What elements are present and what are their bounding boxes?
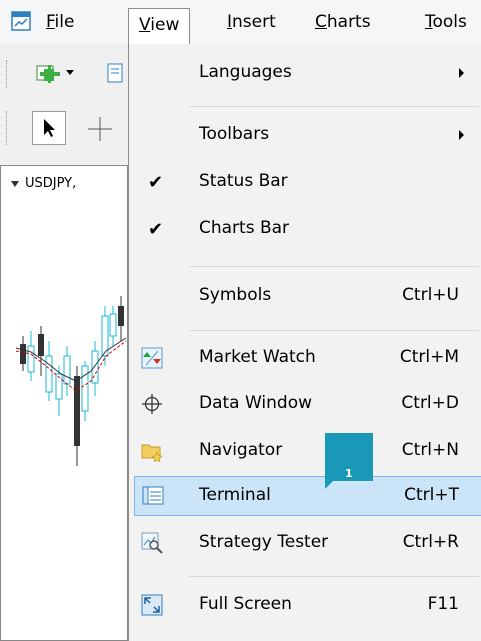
checkmark-icon: ✔ [148, 219, 164, 240]
crosshair-icon [142, 394, 162, 414]
menu-item-status-bar[interactable]: ✔ Status Bar [129, 163, 481, 203]
menu-item-shortcut: Ctrl+D [401, 393, 459, 413]
app-icon [11, 11, 31, 31]
toolbar-grip[interactable] [6, 111, 10, 145]
new-chart-button[interactable] [36, 63, 62, 85]
crosshair-tool-icon[interactable] [86, 115, 114, 143]
toolbar-grip[interactable] [6, 60, 10, 88]
menu-tools-rest: ools [432, 12, 467, 32]
menu-view[interactable]: View [128, 8, 191, 44]
menu-item-shortcut: Ctrl+R [402, 532, 459, 552]
menu-item-label: Languages [199, 62, 292, 82]
menu-item-data-window[interactable]: Data Window Ctrl+D [129, 385, 481, 425]
chart-window[interactable]: USDJPY, [0, 165, 128, 641]
menu-file-rest: ile [54, 12, 75, 32]
annotation-number: 1 [345, 467, 353, 480]
menu-item-shortcut: Ctrl+T [404, 485, 459, 505]
market-watch-icon [141, 347, 163, 369]
candlesticks [20, 296, 124, 466]
menu-separator [189, 576, 479, 577]
terminal-icon [142, 486, 164, 505]
menu-item-full-screen[interactable]: Full Screen F11 [129, 586, 481, 626]
menu-item-shortcut: F11 [427, 594, 459, 614]
menu-item-label: Market Watch [199, 347, 316, 367]
menu-item-label: Symbols [199, 285, 272, 305]
menu-item-label: Status Bar [199, 171, 288, 191]
menu-item-label: Full Screen [199, 594, 292, 614]
menu-item-shortcut: Ctrl+U [402, 285, 459, 305]
candlestick-chart [15, 296, 127, 466]
menu-tools[interactable]: Tools [425, 9, 467, 35]
menu-item-shortcut: Ctrl+N [401, 440, 459, 460]
menu-tools-mnemonic: T [425, 12, 433, 32]
annotation-badge: 1 [325, 433, 373, 481]
menu-item-shortcut: Ctrl+M [399, 347, 459, 367]
annotation-badge-tail [325, 481, 333, 489]
menu-file[interactable]: File [46, 9, 74, 35]
menu-bar: File View Insert Charts Tools [0, 0, 481, 44]
profiles-icon[interactable] [106, 62, 126, 86]
menu-view-mnemonic: V [139, 15, 151, 35]
menu-item-charts-bar[interactable]: ✔ Charts Bar [129, 210, 481, 250]
checkmark-icon: ✔ [148, 172, 164, 193]
toolbar-line-studies [0, 103, 128, 153]
menu-item-languages[interactable]: Languages [129, 54, 481, 94]
menu-separator [189, 106, 479, 107]
menu-insert-rest: nsert [232, 12, 276, 32]
cursor-tool-button[interactable] [32, 111, 66, 145]
menu-item-label: Terminal [199, 485, 271, 505]
toolbar-standard [0, 52, 128, 96]
navigator-folder-icon [141, 444, 163, 462]
menu-item-navigator[interactable]: Navigator Ctrl+N [129, 432, 481, 472]
new-chart-dropdown-icon[interactable] [66, 70, 74, 75]
menu-item-symbols[interactable]: Symbols Ctrl+U [129, 277, 481, 317]
submenu-arrow-icon [459, 68, 464, 78]
cursor-arrow-icon [44, 119, 55, 137]
strategy-tester-icon [141, 532, 163, 554]
menu-insert[interactable]: Insert [227, 9, 276, 35]
menu-item-terminal[interactable]: Terminal Ctrl+T [134, 476, 481, 516]
menu-item-label: Toolbars [199, 124, 270, 144]
menu-separator [189, 330, 479, 331]
menu-charts-rest: harts [326, 12, 371, 32]
menu-file-mnemonic: F [46, 12, 55, 32]
submenu-arrow-icon [459, 130, 464, 140]
new-chart-icon [36, 65, 60, 83]
menu-item-label: Navigator [199, 440, 283, 460]
menu-item-label: Data Window [199, 393, 313, 413]
menu-item-label: Charts Bar [199, 218, 290, 238]
menu-item-strategy-tester[interactable]: Strategy Tester Ctrl+R [129, 524, 481, 564]
menu-charts[interactable]: Charts [315, 9, 371, 35]
menu-item-market-watch[interactable]: Market Watch Ctrl+M [129, 339, 481, 379]
menu-item-toolbars[interactable]: Toolbars [129, 116, 481, 156]
menu-charts-mnemonic: C [315, 12, 327, 32]
menu-separator [189, 266, 479, 267]
view-menu-dropdown: Languages Toolbars ✔ Status Bar ✔ Charts… [128, 44, 481, 641]
menu-view-rest: iew [150, 15, 180, 35]
menu-item-label: Strategy Tester [199, 532, 329, 552]
full-screen-icon [141, 594, 163, 616]
